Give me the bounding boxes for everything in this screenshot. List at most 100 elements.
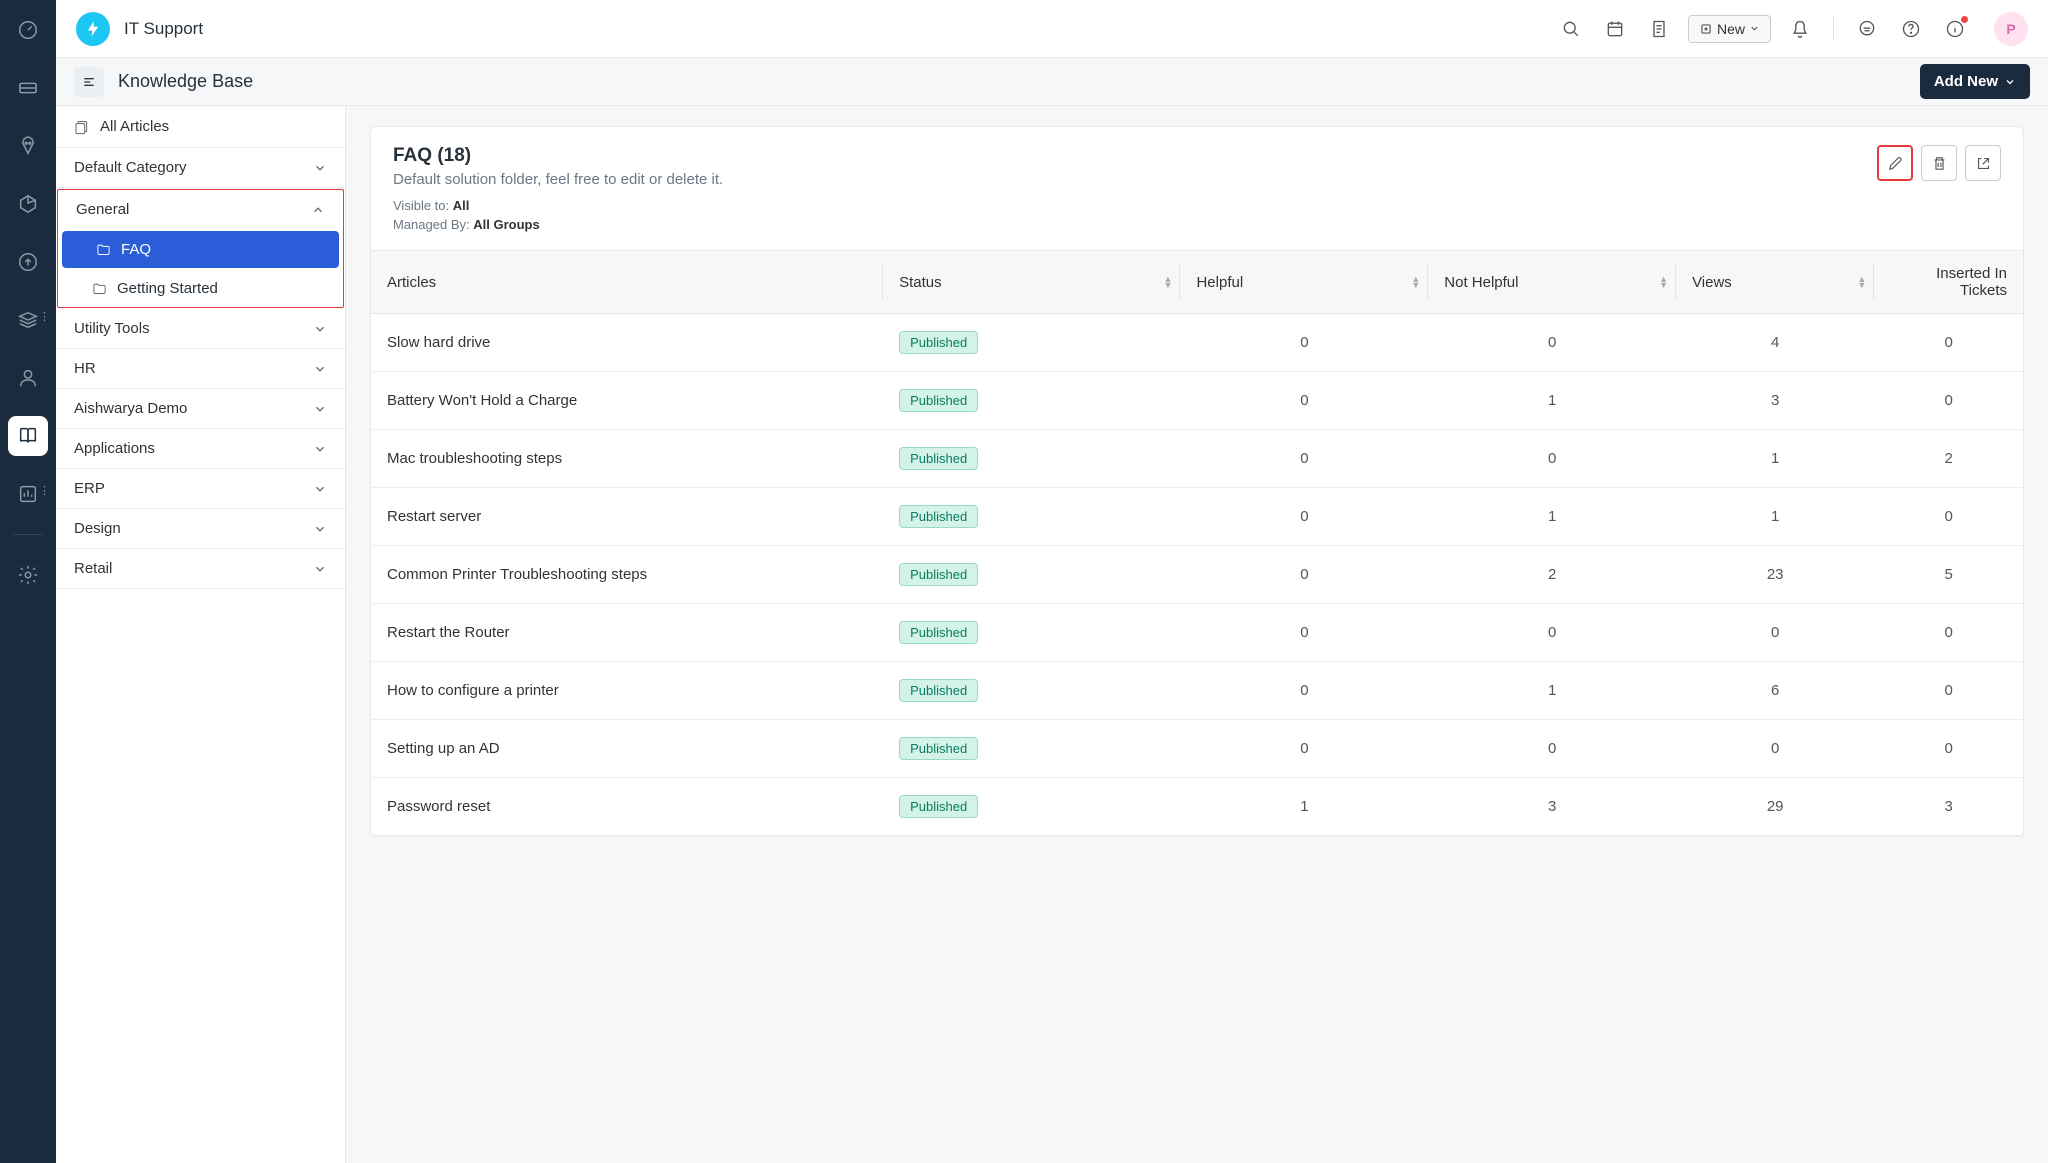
status-badge: Published bbox=[899, 389, 978, 412]
chevron-down-icon bbox=[313, 442, 327, 456]
sidebar-toggle-icon[interactable] bbox=[74, 67, 104, 97]
chat-icon[interactable] bbox=[1852, 14, 1882, 44]
status-badge: Published bbox=[899, 505, 978, 528]
nav-assets[interactable] bbox=[8, 300, 48, 340]
category-header-aish[interactable]: Aishwarya Demo bbox=[56, 389, 345, 428]
article-title: How to configure a printer bbox=[371, 662, 883, 720]
table-row[interactable]: Slow hard drivePublished0040 bbox=[371, 314, 2023, 372]
article-helpful: 0 bbox=[1180, 720, 1428, 778]
folder-faq[interactable]: FAQ bbox=[62, 231, 339, 268]
category-header-erp[interactable]: ERP bbox=[56, 469, 345, 508]
article-title: Slow hard drive bbox=[371, 314, 883, 372]
article-inserted: 2 bbox=[1874, 430, 2023, 488]
nav-dashboard[interactable] bbox=[8, 10, 48, 50]
open-external-button[interactable] bbox=[1965, 145, 2001, 181]
nav-tickets[interactable] bbox=[8, 68, 48, 108]
folder-label: Getting Started bbox=[117, 280, 218, 297]
table-row[interactable]: Mac troubleshooting stepsPublished0012 bbox=[371, 430, 2023, 488]
article-helpful: 1 bbox=[1180, 778, 1428, 836]
col-views[interactable]: Views▲▼ bbox=[1676, 251, 1874, 314]
article-inserted: 0 bbox=[1874, 488, 2023, 546]
article-title: Common Printer Troubleshooting steps bbox=[371, 546, 883, 604]
article-inserted: 0 bbox=[1874, 314, 2023, 372]
folder-label: FAQ bbox=[121, 241, 151, 258]
category-header-design[interactable]: Design bbox=[56, 509, 345, 548]
article-inserted: 0 bbox=[1874, 720, 2023, 778]
chevron-down-icon bbox=[313, 522, 327, 536]
category-utility: Utility Tools bbox=[56, 309, 345, 349]
info-icon[interactable] bbox=[1940, 14, 1970, 44]
article-not-helpful: 1 bbox=[1428, 662, 1676, 720]
category-header-general[interactable]: General bbox=[58, 190, 343, 229]
categories-sidebar: All Articles Default Category General bbox=[56, 106, 346, 1163]
nav-reports[interactable] bbox=[8, 474, 48, 514]
brand-title: IT Support bbox=[124, 19, 203, 39]
nav-settings[interactable] bbox=[8, 555, 48, 595]
rail-divider bbox=[14, 534, 42, 535]
col-status[interactable]: Status▲▼ bbox=[883, 251, 1180, 314]
avatar[interactable]: P bbox=[1994, 12, 2028, 46]
article-status: Published bbox=[883, 546, 1180, 604]
highlight-general-box: General FAQ Getting Started bbox=[57, 189, 344, 308]
category-header-utility[interactable]: Utility Tools bbox=[56, 309, 345, 348]
nav-solutions[interactable] bbox=[8, 416, 48, 456]
status-badge: Published bbox=[899, 621, 978, 644]
folder-getting-started[interactable]: Getting Started bbox=[58, 270, 343, 307]
edit-folder-button[interactable] bbox=[1877, 145, 1913, 181]
table-row[interactable]: Password resetPublished13293 bbox=[371, 778, 2023, 836]
avatar-initial: P bbox=[2006, 21, 2015, 37]
article-title: Mac troubleshooting steps bbox=[371, 430, 883, 488]
nav-releases[interactable] bbox=[8, 242, 48, 282]
col-not-helpful[interactable]: Not Helpful▲▼ bbox=[1428, 251, 1676, 314]
table-row[interactable]: Restart serverPublished0110 bbox=[371, 488, 2023, 546]
trash-icon bbox=[1931, 155, 1948, 172]
chevron-down-icon bbox=[313, 362, 327, 376]
category-header-hr[interactable]: HR bbox=[56, 349, 345, 388]
table-row[interactable]: Setting up an ADPublished0000 bbox=[371, 720, 2023, 778]
table-row[interactable]: How to configure a printerPublished0160 bbox=[371, 662, 2023, 720]
category-default: Default Category bbox=[56, 148, 345, 188]
table-row[interactable]: Common Printer Troubleshooting stepsPubl… bbox=[371, 546, 2023, 604]
new-button-label: New bbox=[1717, 21, 1745, 37]
bell-icon[interactable] bbox=[1785, 14, 1815, 44]
article-title: Setting up an AD bbox=[371, 720, 883, 778]
article-views: 6 bbox=[1676, 662, 1874, 720]
nav-changes[interactable] bbox=[8, 184, 48, 224]
notes-icon[interactable] bbox=[1644, 14, 1674, 44]
add-new-label: Add New bbox=[1934, 73, 1998, 90]
chevron-down-icon bbox=[313, 322, 327, 336]
col-inserted[interactable]: Inserted In Tickets bbox=[1874, 251, 2023, 314]
category-header-applications[interactable]: Applications bbox=[56, 429, 345, 468]
article-status: Published bbox=[883, 720, 1180, 778]
delete-folder-button[interactable] bbox=[1921, 145, 1957, 181]
nav-problems[interactable] bbox=[8, 126, 48, 166]
article-views: 29 bbox=[1676, 778, 1874, 836]
col-articles[interactable]: Articles bbox=[371, 251, 883, 314]
category-header-retail[interactable]: Retail bbox=[56, 549, 345, 588]
table-row[interactable]: Battery Won't Hold a ChargePublished0130 bbox=[371, 372, 2023, 430]
folder-description: Default solution folder, feel free to ed… bbox=[393, 171, 1877, 188]
new-button[interactable]: New bbox=[1688, 15, 1771, 43]
article-status: Published bbox=[883, 314, 1180, 372]
sidebar-all-articles[interactable]: All Articles bbox=[56, 106, 345, 148]
search-icon[interactable] bbox=[1556, 14, 1586, 44]
category-header-default[interactable]: Default Category bbox=[56, 148, 345, 187]
category-label: Utility Tools bbox=[74, 320, 150, 337]
category-general: General FAQ Getting Started bbox=[58, 190, 343, 307]
calendar-icon[interactable] bbox=[1600, 14, 1630, 44]
add-new-button[interactable]: Add New bbox=[1920, 64, 2030, 99]
help-icon[interactable] bbox=[1896, 14, 1926, 44]
folder-title: FAQ (18) bbox=[393, 145, 1877, 167]
folder-panel: FAQ (18) Default solution folder, feel f… bbox=[370, 126, 2024, 837]
table-row[interactable]: Restart the RouterPublished0000 bbox=[371, 604, 2023, 662]
chevron-up-icon bbox=[311, 203, 325, 217]
top-bar: IT Support New P bbox=[56, 0, 2048, 58]
article-views: 0 bbox=[1676, 720, 1874, 778]
article-inserted: 0 bbox=[1874, 662, 2023, 720]
pencil-icon bbox=[1887, 155, 1904, 172]
col-helpful[interactable]: Helpful▲▼ bbox=[1180, 251, 1428, 314]
nav-contacts[interactable] bbox=[8, 358, 48, 398]
article-helpful: 0 bbox=[1180, 546, 1428, 604]
article-helpful: 0 bbox=[1180, 314, 1428, 372]
chevron-down-icon bbox=[313, 562, 327, 576]
